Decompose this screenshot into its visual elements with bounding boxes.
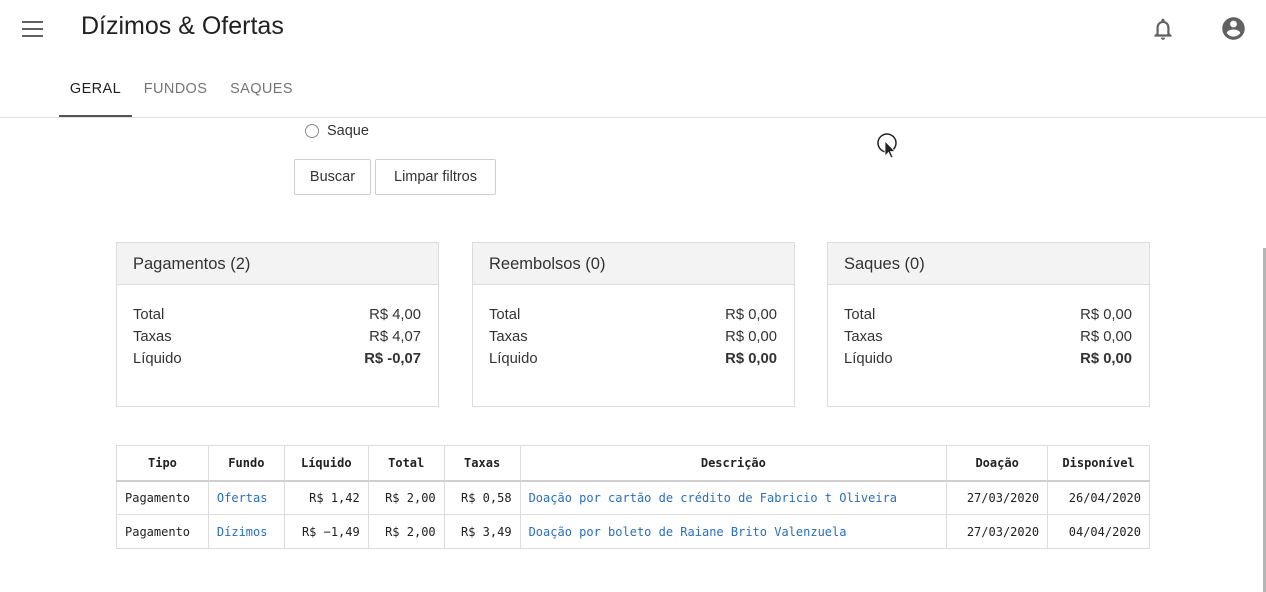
table-header-row: Tipo Fundo Líquido Total Taxas Descrição… — [116, 445, 1150, 482]
summary-card-refunds: Reembolsos (0) Total R$ 0,00 Taxas R$ 0,00… — [472, 242, 795, 407]
radio-button[interactable] — [305, 124, 319, 138]
account-circle-icon[interactable] — [1220, 15, 1247, 42]
fund-link[interactable]: Dízimos — [207, 514, 285, 549]
fees-label: Taxas — [489, 329, 528, 345]
tab-fundos[interactable]: FUNDOS — [138, 62, 213, 117]
cell-doacao: 27/03/2020 — [946, 514, 1049, 549]
card-title: Saques (0) — [828, 243, 1149, 285]
cell-taxas: R$ 0,58 — [443, 480, 521, 515]
cell-taxas: R$ 3,49 — [443, 514, 521, 549]
table-row: Pagamento Dízimos R$ −1,49 R$ 2,00 R$ 3,… — [116, 514, 1150, 549]
cell-liquido: R$ −1,49 — [283, 514, 369, 549]
card-title: Reembolsos (0) — [473, 243, 794, 285]
net-value: R$ 0,00 — [1080, 351, 1132, 367]
total-value: R$ 4,00 — [369, 307, 421, 323]
column-header-tipo[interactable]: Tipo — [116, 445, 209, 482]
column-header-fundo[interactable]: Fundo — [207, 445, 285, 482]
summary-card-withdrawals: Saques (0) Total R$ 0,00 Taxas R$ 0,00 Líq… — [827, 242, 1150, 407]
search-button[interactable]: Buscar — [294, 159, 371, 195]
net-value: R$ 0,00 — [725, 351, 777, 367]
description-link[interactable]: Doação por cartão de crédito de Fabricio… — [519, 480, 948, 515]
column-header-doacao[interactable]: Doação — [946, 445, 1049, 482]
menu-icon[interactable] — [18, 14, 48, 44]
clear-filters-button[interactable]: Limpar filtros — [375, 159, 496, 195]
fees-value: R$ 0,00 — [1080, 329, 1132, 345]
total-label: Total — [133, 307, 165, 323]
cell-disponivel: 26/04/2020 — [1047, 480, 1150, 515]
mouse-cursor-icon — [877, 132, 899, 160]
column-header-taxas[interactable]: Taxas — [443, 445, 521, 482]
net-label: Líquido — [844, 351, 893, 367]
fees-value: R$ 0,00 — [725, 329, 777, 345]
net-label: Líquido — [489, 351, 538, 367]
radio-saque[interactable]: Saque — [305, 122, 369, 140]
table-row: Pagamento Ofertas R$ 1,42 R$ 2,00 R$ 0,5… — [116, 480, 1150, 515]
column-header-total[interactable]: Total — [367, 445, 445, 482]
column-header-liquido[interactable]: Líquido — [283, 445, 369, 482]
cell-liquido: R$ 1,42 — [283, 480, 369, 515]
total-label: Total — [489, 307, 521, 323]
tab-bar: GERAL FUNDOS SAQUES — [0, 62, 1266, 118]
page-title: Dízimos & Ofertas — [81, 12, 284, 40]
radio-label: Saque — [327, 123, 369, 139]
fees-label: Taxas — [844, 329, 883, 345]
fund-link[interactable]: Ofertas — [207, 480, 285, 515]
column-header-descricao[interactable]: Descrição — [519, 445, 948, 482]
bell-icon[interactable] — [1150, 15, 1176, 43]
column-header-disponivel[interactable]: Disponível — [1047, 445, 1150, 482]
transactions-table: Tipo Fundo Líquido Total Taxas Descrição… — [116, 445, 1150, 549]
net-label: Líquido — [133, 351, 182, 367]
description-link[interactable]: Doação por boleto de Raiane Brito Valenz… — [519, 514, 948, 549]
cell-total: R$ 2,00 — [367, 480, 445, 515]
cell-total: R$ 2,00 — [367, 514, 445, 549]
total-value: R$ 0,00 — [1080, 307, 1132, 323]
summary-card-payments: Pagamentos (2) Total R$ 4,00 Taxas R$ 4,07… — [116, 242, 439, 407]
tab-saques[interactable]: SAQUES — [224, 62, 299, 117]
cell-disponivel: 04/04/2020 — [1047, 514, 1150, 549]
app-bar: Dízimos & Ofertas — [0, 0, 1266, 56]
card-title: Pagamentos (2) — [117, 243, 438, 285]
net-value: R$ -0,07 — [364, 351, 421, 367]
cell-tipo: Pagamento — [116, 514, 209, 549]
fees-value: R$ 4,07 — [369, 329, 421, 345]
tab-geral[interactable]: GERAL — [59, 62, 132, 117]
cell-doacao: 27/03/2020 — [946, 480, 1049, 515]
total-value: R$ 0,00 — [725, 307, 777, 323]
fees-label: Taxas — [133, 329, 172, 345]
total-label: Total — [844, 307, 876, 323]
cell-tipo: Pagamento — [116, 480, 209, 515]
